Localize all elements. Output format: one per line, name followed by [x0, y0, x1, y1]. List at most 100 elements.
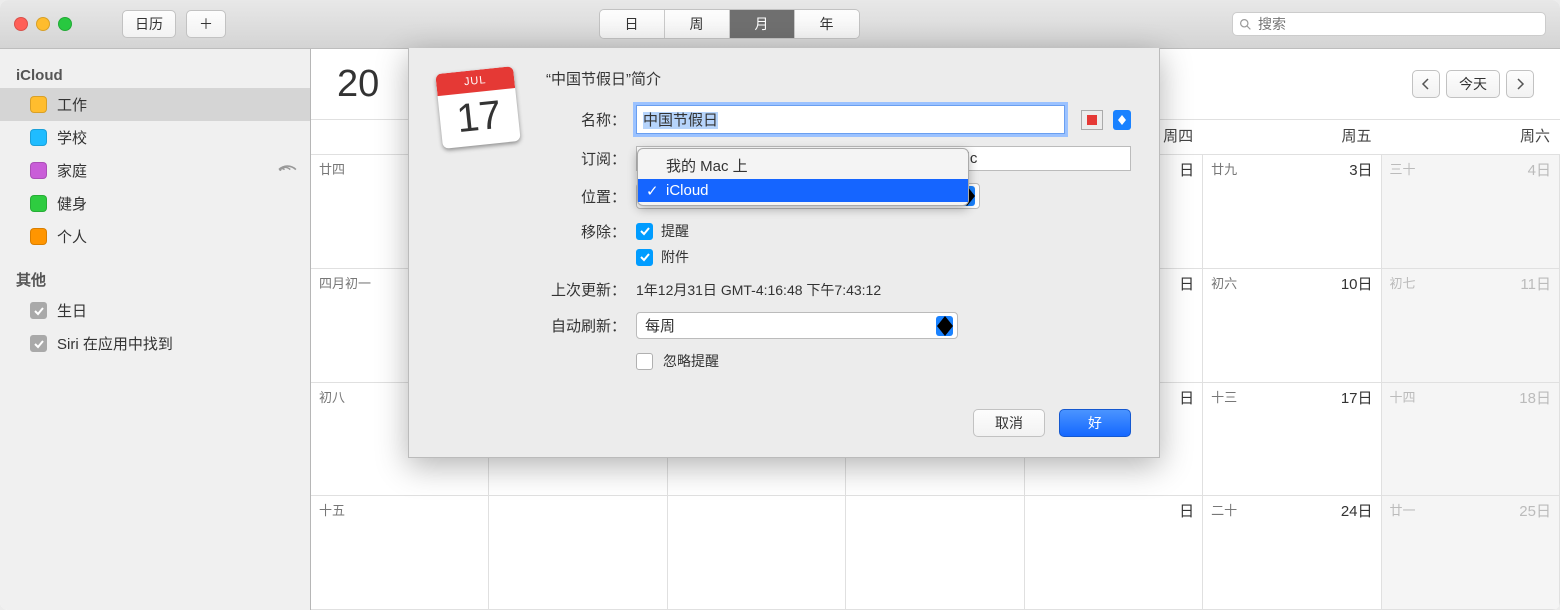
sidebar-item-label: Siri 在应用中找到	[57, 333, 173, 354]
day-number: 日	[1179, 159, 1194, 180]
color-well[interactable]	[1081, 110, 1103, 130]
day-number: 25日	[1519, 500, 1551, 521]
sidebar-item[interactable]: 家庭	[0, 154, 310, 187]
weekday-header: 周六	[1382, 120, 1560, 154]
day-number: 10日	[1341, 273, 1373, 294]
location-option-icloud[interactable]: iCloud	[638, 179, 968, 202]
calendar-day-cell[interactable]: 初七 11日	[1382, 269, 1560, 382]
color-stepper[interactable]	[1113, 110, 1131, 130]
calendar-day-cell[interactable]: 十五	[311, 496, 489, 609]
sidebar-item[interactable]: 工作	[0, 88, 310, 121]
search-field[interactable]	[1232, 12, 1546, 36]
minimize-window-icon[interactable]	[36, 17, 50, 31]
shared-icon	[273, 158, 298, 183]
subscription-info-dialog: JUL 17 “中国节假日”简介 名称： 中国节假日 订阅： https://p…	[408, 48, 1160, 458]
sidebar-item[interactable]: Siri 在应用中找到	[0, 327, 310, 360]
name-input[interactable]: 中国节假日	[636, 105, 1065, 134]
calendar-color-swatch	[30, 195, 47, 212]
view-seg-日[interactable]: 日	[600, 10, 665, 38]
day-number: 日	[1179, 387, 1194, 408]
location-option-mac[interactable]: 我的 Mac 上	[638, 152, 968, 179]
day-number: 18日	[1519, 387, 1551, 408]
subscribe-label: 订阅：	[546, 148, 626, 169]
calendar-color-swatch	[30, 96, 47, 113]
next-month-button[interactable]	[1506, 70, 1534, 98]
sidebar-item[interactable]: 学校	[0, 121, 310, 154]
view-seg-月[interactable]: 月	[730, 10, 795, 38]
calendar-color-swatch	[30, 162, 47, 179]
day-number: 17日	[1341, 387, 1373, 408]
location-popup: 我的 Mac 上 iCloud	[637, 148, 969, 206]
location-label: 位置：	[546, 186, 626, 207]
sidebar-item-label: 生日	[57, 300, 87, 321]
calendar-day-cell[interactable]: 廿九3日	[1203, 155, 1381, 268]
last-updated-label: 上次更新：	[546, 279, 626, 300]
titlebar: 日历 ＋ 日周月年	[0, 0, 1560, 49]
sidebar-item[interactable]: 个人	[0, 220, 310, 253]
sidebar-group-icloud: iCloud	[0, 63, 310, 88]
auto-refresh-select[interactable]: 每周	[636, 312, 958, 339]
month-title: 20	[337, 63, 379, 106]
sidebar-item-label: 个人	[57, 226, 87, 247]
calendar-day-cell[interactable]: 十三 17日	[1203, 383, 1381, 496]
day-number: 24日	[1341, 500, 1373, 521]
zoom-window-icon[interactable]	[58, 17, 72, 31]
dialog-title: “中国节假日”简介	[546, 68, 1131, 89]
auto-refresh-label: 自动刷新：	[546, 315, 626, 336]
ignore-alerts-label: 忽略提醒	[663, 351, 719, 371]
lunar-date: 四月初一	[319, 276, 371, 291]
close-window-icon[interactable]	[14, 17, 28, 31]
remove-checkbox-label: 提醒	[661, 221, 689, 241]
today-button[interactable]: 今天	[1446, 70, 1500, 98]
calendar-day-cell[interactable]	[846, 496, 1024, 609]
calendar-day-cell[interactable]: 三十4日	[1382, 155, 1560, 268]
lunar-date: 初八	[319, 390, 345, 405]
sidebar-item[interactable]: 生日	[0, 294, 310, 327]
ignore-alerts-checkbox[interactable]	[636, 353, 653, 370]
search-input[interactable]	[1256, 15, 1539, 33]
lunar-date: 十四	[1390, 390, 1416, 405]
cancel-button[interactable]: 取消	[973, 409, 1045, 437]
day-number: 日	[1179, 500, 1194, 521]
remove-checkbox[interactable]	[636, 223, 653, 240]
search-icon	[1239, 18, 1252, 31]
checkbox-icon[interactable]	[30, 335, 47, 352]
last-updated-value: 1年12月31日 GMT-4:16:48 下午7:43:12	[636, 280, 881, 300]
remove-checkbox-label: 附件	[661, 247, 689, 267]
calendar-day-cell[interactable]: 初六 10日	[1203, 269, 1381, 382]
calendar-color-swatch	[30, 129, 47, 146]
calendar-day-cell[interactable]	[668, 496, 846, 609]
calendar-day-cell[interactable]: 十四 18日	[1382, 383, 1560, 496]
calendar-day-cell[interactable]: 二十 24日	[1203, 496, 1381, 609]
day-number: 日	[1179, 273, 1194, 294]
view-seg-周[interactable]: 周	[665, 10, 730, 38]
ok-button[interactable]: 好	[1059, 409, 1131, 437]
prev-month-button[interactable]	[1412, 70, 1440, 98]
weekday-header: 周五	[1203, 120, 1381, 154]
day-number: 3日	[1349, 159, 1372, 180]
lunar-date: 十五	[319, 503, 345, 518]
calendars-button[interactable]: 日历	[122, 10, 176, 38]
lunar-date: 初六	[1211, 276, 1237, 291]
sidebar: iCloud 工作学校家庭健身个人 其他 生日Siri 在应用中找到	[0, 49, 311, 610]
calendar-app-icon: JUL 17	[439, 70, 517, 148]
add-button[interactable]: ＋	[186, 10, 226, 38]
calendar-color-swatch	[30, 228, 47, 245]
day-number: 11日	[1520, 273, 1551, 294]
lunar-date: 廿一	[1390, 503, 1416, 518]
sidebar-item[interactable]: 健身	[0, 187, 310, 220]
calendar-day-cell[interactable]: 廿一 25日	[1382, 496, 1560, 609]
lunar-date: 廿四	[319, 162, 345, 177]
location-select[interactable]: iCloud 我的 Mac 上 iCloud	[636, 183, 980, 209]
calendar-day-cell[interactable]	[489, 496, 667, 609]
lunar-date: 初七	[1390, 276, 1416, 291]
calendar-day-cell[interactable]: 日	[1025, 496, 1203, 609]
checkbox-icon[interactable]	[30, 302, 47, 319]
lunar-date: 三十	[1390, 162, 1416, 177]
remove-checkbox[interactable]	[636, 249, 653, 266]
lunar-date: 十三	[1211, 390, 1237, 405]
lunar-date: 二十	[1211, 503, 1237, 518]
sidebar-item-label: 学校	[57, 127, 87, 148]
view-seg-年[interactable]: 年	[795, 10, 859, 38]
view-segmented: 日周月年	[599, 9, 860, 39]
